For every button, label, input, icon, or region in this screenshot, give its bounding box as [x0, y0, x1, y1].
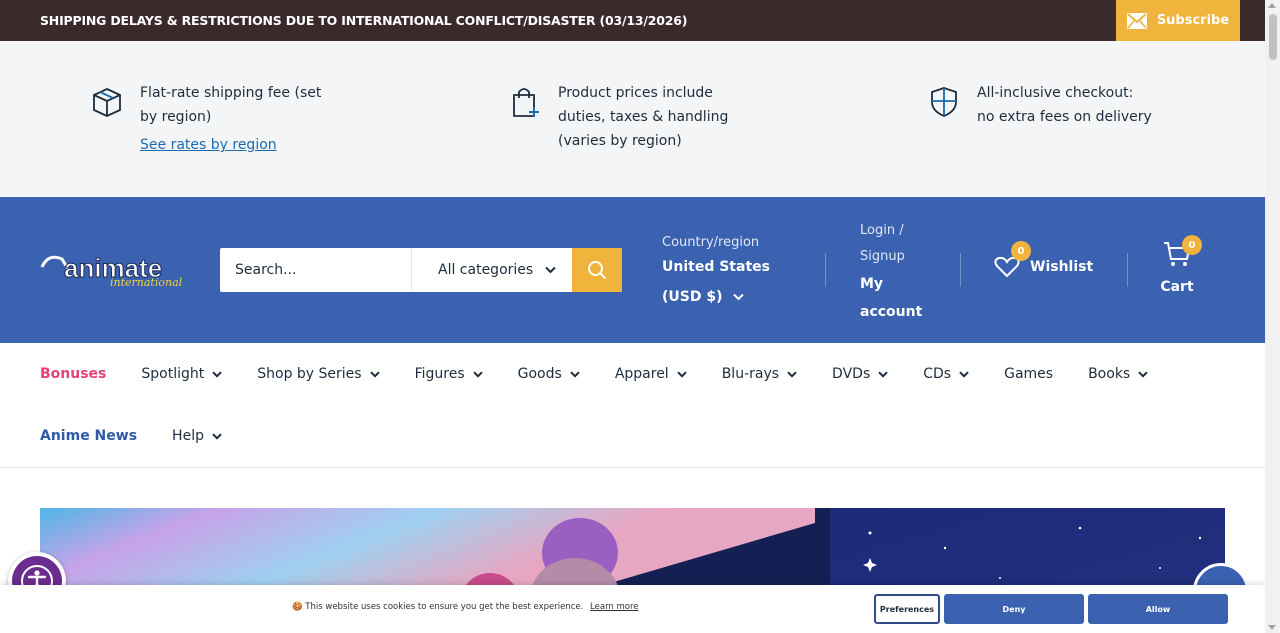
- nav-item-anime-news[interactable]: Anime News: [40, 428, 137, 444]
- benefits-strip: Flat-rate shipping fee (set by region) S…: [0, 41, 1265, 197]
- nav-item-label: Anime News: [40, 428, 138, 444]
- benefit-shipping: Flat-rate shipping fee (set by region) S…: [90, 81, 330, 157]
- cart-label: Cart: [1160, 279, 1194, 295]
- cookie-banner: 🍪 This website uses cookies to ensure yo…: [0, 585, 1265, 633]
- wishlist-link[interactable]: 0 Wishlist: [994, 241, 1094, 279]
- chevron-down-icon: [212, 432, 222, 440]
- search-icon: [588, 261, 607, 280]
- nav-item-games[interactable]: Games: [1004, 366, 1053, 382]
- box-icon: [93, 88, 121, 117]
- subscribe-button[interactable]: Subscribe: [1116, 0, 1240, 41]
- chevron-down-icon: [545, 266, 556, 274]
- nav-item-label: Figures: [414, 366, 465, 382]
- header-divider: [1127, 253, 1128, 287]
- nav-item-label: Goods: [517, 366, 562, 382]
- nav-item-label: CDs: [923, 366, 952, 382]
- category-select[interactable]: All categories: [411, 248, 572, 292]
- account-label: Login / Signup: [860, 223, 905, 264]
- cookie-deny-button[interactable]: Deny: [944, 594, 1084, 624]
- country-label: Country/region: [662, 235, 760, 250]
- main-navigation: Bonuses Spotlight Shop by Series Figures Goo…: [0, 343, 1265, 468]
- benefit-checkout: All-inclusive checkout: no extra fees on…: [927, 81, 1152, 129]
- benefit-text: Product prices include duties, taxes & h…: [558, 85, 729, 149]
- nav-item-label: Apparel: [614, 366, 669, 382]
- nav-item-label: Spotlight: [141, 366, 205, 382]
- announcement-text[interactable]: SHIPPING DELAYS & RESTRICTIONS DUE TO IN…: [40, 13, 687, 28]
- scrollbar-thumb[interactable]: [1269, 14, 1277, 60]
- mail-icon: [1126, 12, 1147, 29]
- nav-item-cds[interactable]: CDs: [923, 366, 969, 382]
- nav-item-spotlight[interactable]: Spotlight: [141, 366, 222, 382]
- page-scrollbar[interactable]: [1265, 0, 1280, 633]
- nav-item-label: Shop by Series: [257, 366, 362, 382]
- chevron-down-icon: [472, 370, 483, 378]
- logo-graphic: animate international: [40, 253, 183, 289]
- nav-item-bonuses[interactable]: Bonuses: [40, 366, 106, 382]
- chevron-down-icon: [1138, 370, 1148, 378]
- country-value: United States (USD $): [662, 259, 770, 305]
- nav-item-apparel[interactable]: Apparel: [615, 366, 687, 382]
- chevron-down-icon: [676, 370, 687, 378]
- benefit-prices: Product prices include duties, taxes & h…: [508, 81, 758, 153]
- cookie-allow-button[interactable]: Allow: [1088, 594, 1228, 624]
- nav-item-label: Help: [172, 428, 204, 444]
- nav-item-label: DVDs: [832, 366, 871, 382]
- cookie-message: 🍪 This website uses cookies to ensure yo…: [292, 602, 639, 612]
- scroll-up-arrow[interactable]: [1268, 3, 1276, 8]
- chevron-down-icon: [570, 370, 580, 378]
- account-link[interactable]: Login / Signup My account: [860, 218, 923, 326]
- see-rates-link[interactable]: See rates by region: [140, 133, 330, 157]
- site-header: animate international Search... All cate…: [0, 197, 1265, 343]
- announcement-bar: SHIPPING DELAYS & RESTRICTIONS DUE TO IN…: [0, 0, 1265, 41]
- wishlist-label: Wishlist: [1030, 259, 1094, 275]
- subscribe-label: Subscribe: [1156, 13, 1230, 28]
- nav-item-label: Games: [1004, 366, 1054, 382]
- nav-item-label: Bonuses: [40, 366, 107, 382]
- cart-link[interactable]: 0 Cart: [1160, 235, 1202, 295]
- header-divider: [825, 253, 826, 287]
- nav-item-label: Books: [1088, 366, 1131, 382]
- category-label: All categories: [438, 262, 534, 278]
- chevron-down-icon: [878, 370, 888, 378]
- country-selector[interactable]: Country/region United States (USD $): [662, 235, 802, 312]
- account-value: My account: [860, 276, 923, 320]
- benefit-text: Flat-rate shipping fee (set by region): [140, 85, 322, 125]
- nav-item-help[interactable]: Help: [172, 428, 222, 444]
- nav-item-figures[interactable]: Figures: [415, 366, 483, 382]
- nav-item-label: Blu-rays: [721, 366, 780, 382]
- nav-item-dvds[interactable]: DVDs: [832, 366, 888, 382]
- nav-item-books[interactable]: Books: [1088, 366, 1148, 382]
- benefit-text: All-inclusive checkout: no extra fees on…: [977, 85, 1152, 125]
- shield-icon: [931, 87, 957, 117]
- cookie-text: This website uses cookies to ensure you …: [305, 602, 584, 612]
- nav-item-goods[interactable]: Goods: [518, 366, 580, 382]
- cookie-preferences-button[interactable]: Preferences: [874, 594, 940, 624]
- scroll-down-arrow[interactable]: [1268, 625, 1276, 630]
- search-button[interactable]: [572, 248, 622, 292]
- nav-item-blu-rays[interactable]: Blu-rays: [722, 366, 797, 382]
- svg-text:international: international: [110, 276, 182, 289]
- header-divider: [960, 253, 961, 287]
- nav-row-primary: Bonuses Spotlight Shop by Series Figures Goo…: [40, 363, 1183, 385]
- shopping-bag-plus-icon: [513, 88, 539, 117]
- animate-logo[interactable]: animate international: [40, 249, 183, 293]
- chevron-down-icon: [212, 370, 222, 378]
- wishlist-count-badge: 0: [1011, 241, 1031, 261]
- learn-more-link[interactable]: Learn more: [590, 602, 638, 612]
- chevron-down-icon: [369, 370, 380, 378]
- cookie-icon: 🍪: [292, 602, 303, 612]
- chevron-down-icon: [959, 370, 969, 378]
- search-bar: Search... All categories: [220, 248, 622, 292]
- search-input[interactable]: Search...: [220, 248, 411, 292]
- cart-count-badge: 0: [1182, 235, 1202, 255]
- chevron-down-icon: [787, 370, 797, 378]
- nav-row-secondary: Anime News Help: [40, 425, 257, 447]
- chevron-down-icon: [733, 293, 745, 301]
- nav-item-shop-by-series[interactable]: Shop by Series: [257, 366, 380, 382]
